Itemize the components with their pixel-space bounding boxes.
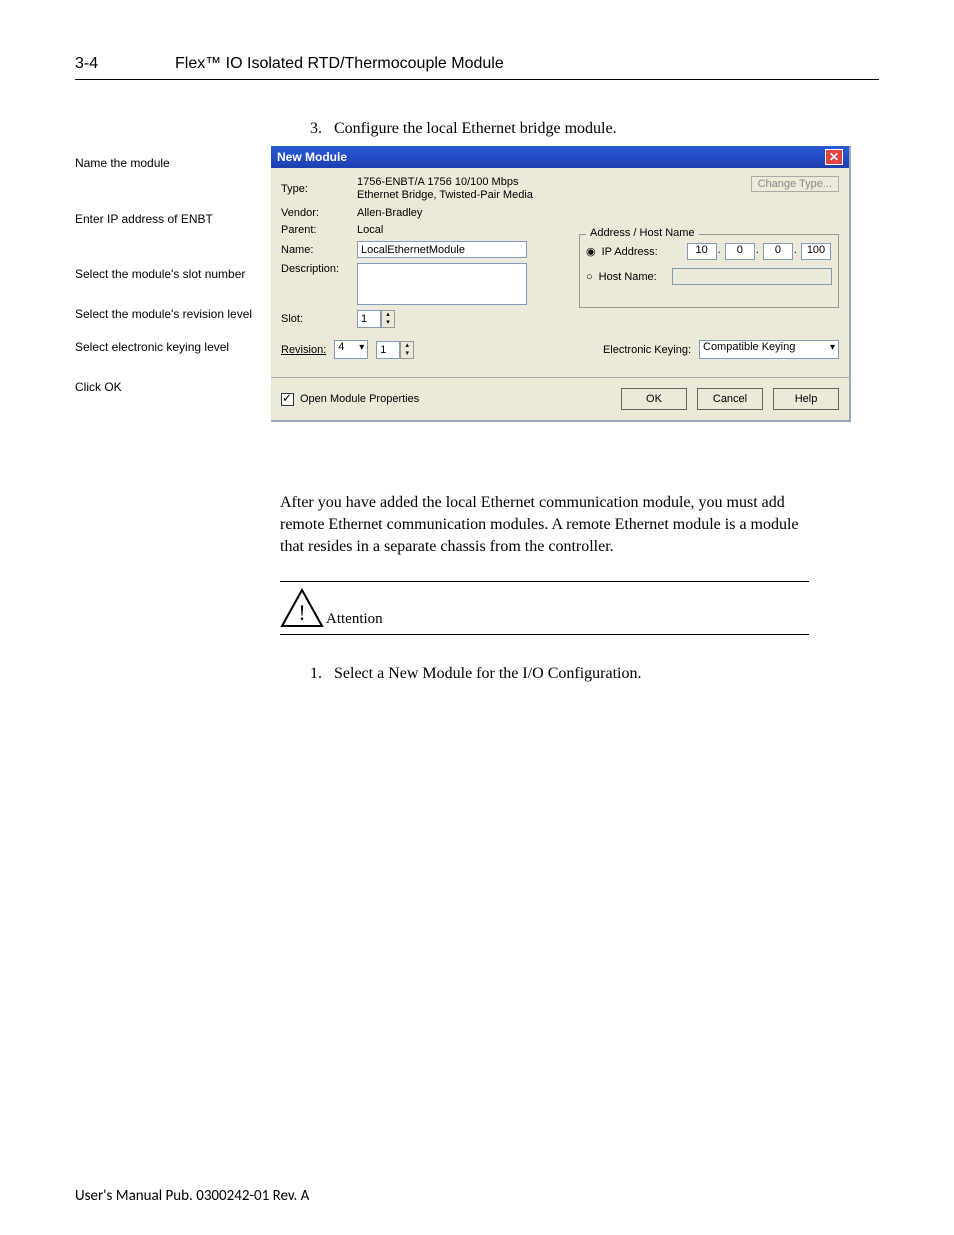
vendor-value: Allen-Bradley bbox=[357, 207, 537, 219]
ek-label: Electronic Keying: bbox=[603, 344, 691, 356]
callout-ek: Select electronic keying level bbox=[75, 340, 271, 356]
dialog-titlebar: New Module ✕ bbox=[271, 146, 849, 168]
vendor-label: Vendor: bbox=[281, 207, 351, 219]
cancel-button[interactable]: Cancel bbox=[697, 388, 763, 410]
footer: User's Manual Pub. 0300242-01 Rev. A bbox=[75, 1187, 309, 1205]
ip-radio[interactable]: ◉ bbox=[586, 245, 596, 258]
name-label: Name: bbox=[281, 244, 351, 256]
ip-label: IP Address: bbox=[602, 246, 658, 258]
description-input[interactable] bbox=[357, 263, 527, 305]
open-props-label: Open Module Properties bbox=[300, 393, 419, 405]
new-module-dialog: New Module ✕ Type: 1756-ENBT/A 1756 10/1… bbox=[271, 146, 851, 422]
ip-oct-4[interactable]: 100 bbox=[801, 243, 831, 260]
attention-label: Attention bbox=[326, 611, 383, 628]
ek-select[interactable]: Compatible Keying bbox=[699, 340, 839, 359]
parent-value: Local bbox=[357, 224, 537, 236]
revision-label: Revision: bbox=[281, 344, 326, 356]
dialog-title: New Module bbox=[277, 150, 347, 164]
step-1-num: 1. bbox=[310, 665, 322, 682]
step-3: 3. Configure the local Ethernet bridge m… bbox=[310, 120, 879, 138]
host-label: Host Name: bbox=[599, 271, 657, 283]
step-1: 1. Select a New Module for the I/O Confi… bbox=[310, 665, 879, 683]
callout-ok: Click OK bbox=[75, 380, 271, 396]
body-paragraph: After you have added the local Ethernet … bbox=[280, 492, 809, 557]
doc-title: Flex™ IO Isolated RTD/Thermocouple Modul… bbox=[175, 55, 504, 73]
attention-icon: ! bbox=[280, 588, 324, 628]
ip-oct-3[interactable]: 0 bbox=[763, 243, 793, 260]
open-props-checkbox[interactable] bbox=[281, 393, 294, 406]
host-radio[interactable]: ○ bbox=[586, 271, 593, 283]
addr-legend: Address / Host Name bbox=[586, 227, 699, 239]
callout-ip: Enter IP address of ENBT bbox=[75, 212, 271, 228]
rev-minor-spinner[interactable]: ▴▾ bbox=[376, 341, 414, 359]
desc-label: Description: bbox=[281, 263, 351, 275]
rev-minor-value[interactable] bbox=[376, 341, 400, 359]
hostname-input[interactable] bbox=[672, 268, 832, 285]
callout-slot: Select the module's slot number bbox=[75, 267, 271, 283]
rev-major-select[interactable]: 4 bbox=[334, 340, 368, 359]
slot-value[interactable] bbox=[357, 310, 381, 328]
callout-name: Name the module bbox=[75, 156, 271, 172]
close-icon[interactable]: ✕ bbox=[825, 149, 843, 165]
callout-column: Name the module Enter IP address of ENBT… bbox=[75, 146, 271, 414]
callout-rev: Select the module's revision level bbox=[75, 307, 271, 323]
header-rule bbox=[75, 79, 879, 80]
type-value: 1756-ENBT/A 1756 10/100 Mbps Ethernet Br… bbox=[357, 176, 543, 202]
ip-oct-2[interactable]: 0 bbox=[725, 243, 755, 260]
parent-label: Parent: bbox=[281, 224, 351, 236]
change-type-button[interactable]: Change Type... bbox=[751, 176, 839, 192]
name-input[interactable] bbox=[357, 241, 527, 258]
ip-oct-1[interactable]: 10 bbox=[687, 243, 717, 260]
page-number: 3-4 bbox=[75, 55, 175, 73]
dialog-separator bbox=[271, 377, 849, 378]
slot-label: Slot: bbox=[281, 313, 351, 325]
step-3-num: 3. bbox=[310, 120, 322, 137]
step-3-text: Configure the local Ethernet bridge modu… bbox=[334, 120, 617, 137]
type-label: Type: bbox=[281, 183, 351, 195]
ok-button[interactable]: OK bbox=[621, 388, 687, 410]
help-button[interactable]: Help bbox=[773, 388, 839, 410]
page-header: 3-4 Flex™ IO Isolated RTD/Thermocouple M… bbox=[75, 55, 879, 73]
address-hostname-group: Address / Host Name ◉ IP Address: 10. 0.… bbox=[579, 234, 839, 308]
attention-box: ! Attention bbox=[280, 581, 809, 635]
step-1-text: Select a New Module for the I/O Configur… bbox=[334, 665, 641, 682]
slot-spinner[interactable]: ▴▾ bbox=[357, 310, 395, 328]
svg-text:!: ! bbox=[298, 600, 305, 625]
